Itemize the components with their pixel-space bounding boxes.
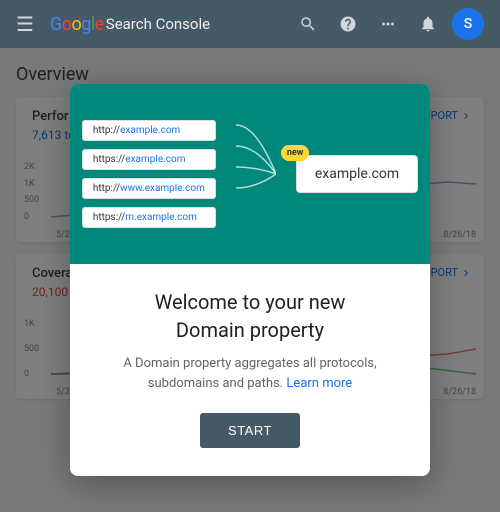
learn-more-link[interactable]: Learn more [286,376,352,391]
page-content: Overview Perfor 7,613 to EXPORT 2K 1K 50… [0,48,500,512]
start-button[interactable]: START [200,413,300,448]
header-actions: S [292,8,484,40]
modal-overlay: http://example.com https://example.com h… [0,48,500,512]
domain-diagram: http://example.com https://example.com h… [82,109,418,239]
menu-icon[interactable]: ☰ [16,12,34,36]
notifications-icon[interactable] [412,8,444,40]
apps-icon[interactable] [372,8,404,40]
arrows-svg [236,109,276,239]
modal-heading: Welcome to your new Domain property [102,288,398,344]
domain-box: example.com [296,155,418,193]
url-list: http://example.com https://example.com h… [82,120,216,228]
domain-box-container: new example.com [296,155,418,193]
url-item-1: http://example.com [82,120,216,141]
user-avatar[interactable]: S [452,8,484,40]
modal-illustration: http://example.com https://example.com h… [70,84,430,264]
url-item-3: http://www.example.com [82,178,216,199]
google-logo: Google [50,14,104,35]
modal-description: A Domain property aggregates all protoco… [102,354,398,393]
modal-body: Welcome to your new Domain property A Do… [70,264,430,476]
welcome-modal: http://example.com https://example.com h… [70,84,430,476]
url-item-4: https://m.example.com [82,207,216,228]
new-badge: new [281,145,310,161]
app-title: Search Console [106,15,210,33]
search-icon[interactable] [292,8,324,40]
app-logo: Google Search Console [50,14,210,35]
help-icon[interactable] [332,8,364,40]
app-header: ☰ Google Search Console S [0,0,500,48]
url-item-2: https://example.com [82,149,216,170]
